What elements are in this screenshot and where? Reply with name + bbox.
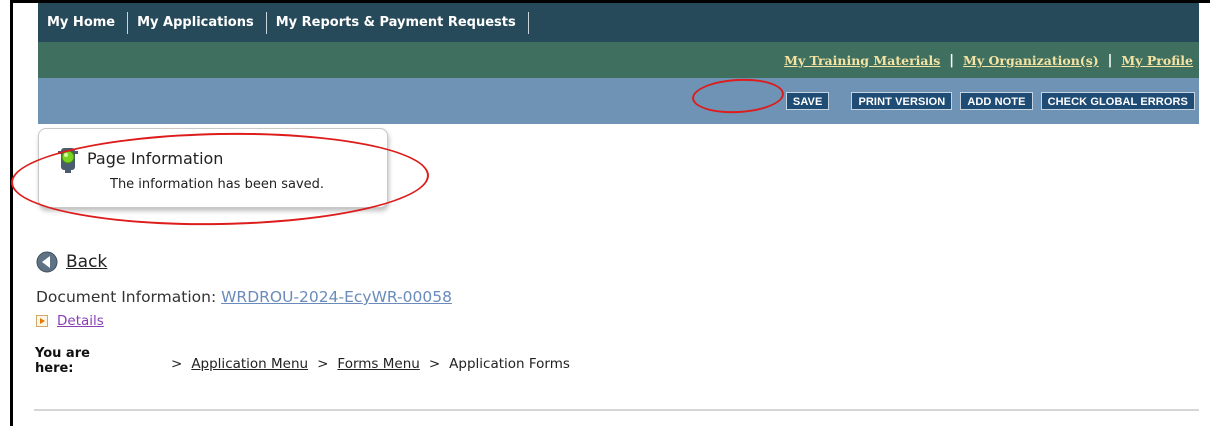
breadcrumb-separator: > bbox=[428, 356, 441, 372]
horizontal-divider bbox=[34, 409, 1199, 411]
traffic-light-icon bbox=[58, 148, 78, 173]
document-information-label: Document Information: bbox=[36, 288, 222, 306]
screenshot-border-left bbox=[10, 0, 13, 426]
breadcrumb-application-menu[interactable]: Application Menu bbox=[191, 356, 308, 372]
details-row: Details bbox=[36, 313, 104, 329]
save-button[interactable]: SAVE bbox=[785, 92, 830, 110]
page-frame: My Home My Applications My Reports & Pay… bbox=[0, 0, 1219, 426]
back-link[interactable]: Back bbox=[66, 252, 107, 272]
document-information: Document Information: WRDROU-2024-EcyWR-… bbox=[36, 288, 452, 306]
add-note-button[interactable]: ADD NOTE bbox=[960, 92, 1033, 110]
breadcrumb: > Application Menu > Forms Menu > Applic… bbox=[171, 356, 570, 372]
page-information-box: Page Information The information has bee… bbox=[38, 128, 388, 208]
breadcrumb-application-forms: Application Forms bbox=[449, 356, 570, 372]
nav-my-training-materials[interactable]: My Training Materials bbox=[784, 53, 940, 68]
you-are-here-label: You are here: bbox=[35, 346, 90, 376]
nav-my-reports[interactable]: My Reports & Payment Requests bbox=[267, 11, 529, 34]
breadcrumb-forms-menu[interactable]: Forms Menu bbox=[337, 356, 419, 372]
primary-nav: My Home My Applications My Reports & Pay… bbox=[38, 3, 1199, 42]
nav-separator: | bbox=[1107, 52, 1113, 68]
saved-message: The information has been saved. bbox=[110, 177, 325, 192]
check-global-errors-button[interactable]: CHECK GLOBAL ERRORS bbox=[1040, 92, 1195, 110]
nav-my-organizations[interactable]: My Organization(s) bbox=[963, 53, 1099, 68]
secondary-nav: My Training Materials | My Organization(… bbox=[38, 42, 1199, 78]
page-information-title: Page Information bbox=[87, 149, 224, 168]
expand-arrow-icon[interactable] bbox=[36, 315, 48, 327]
details-link[interactable]: Details bbox=[57, 313, 104, 329]
document-id-link[interactable]: WRDROU-2024-EcyWR-00058 bbox=[221, 288, 452, 306]
breadcrumb-separator: > bbox=[317, 356, 329, 372]
nav-my-home[interactable]: My Home bbox=[38, 11, 129, 34]
action-toolbar: SAVE PRINT VERSION ADD NOTE CHECK GLOBAL… bbox=[38, 78, 1199, 124]
nav-my-profile[interactable]: My Profile bbox=[1121, 53, 1193, 68]
back-arrow-icon[interactable] bbox=[36, 251, 58, 273]
back-row: Back bbox=[36, 251, 107, 273]
breadcrumb-separator: > bbox=[171, 356, 183, 372]
nav-my-applications[interactable]: My Applications bbox=[128, 11, 267, 34]
print-version-button[interactable]: PRINT VERSION bbox=[851, 92, 953, 110]
nav-separator: | bbox=[949, 52, 955, 68]
